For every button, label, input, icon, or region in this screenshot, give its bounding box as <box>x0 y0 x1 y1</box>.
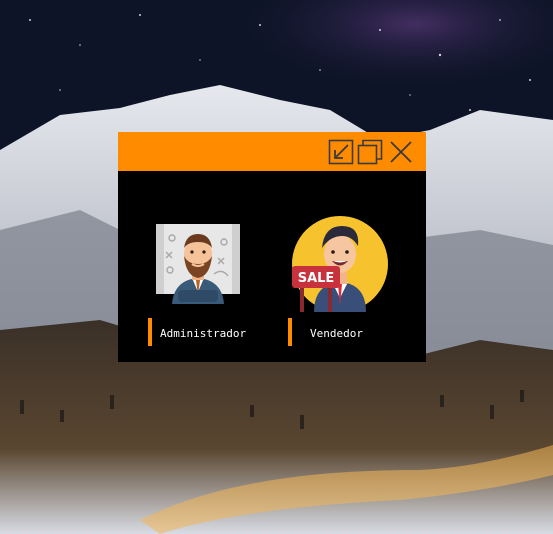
accent-bar <box>288 318 292 346</box>
role-label: Vendedor <box>310 327 363 340</box>
restore-icon[interactable] <box>357 139 383 165</box>
close-icon[interactable] <box>388 139 414 165</box>
seller-avatar-icon: SALE <box>290 214 390 318</box>
sale-sign-text: SALE <box>298 271 335 286</box>
title-bar[interactable] <box>118 132 426 171</box>
role-label: Administrador <box>160 327 247 340</box>
minimize-arrow-icon[interactable] <box>328 139 354 165</box>
role-selection-window: Administrador SALE Vendedor <box>118 132 426 362</box>
accent-bar <box>148 318 152 346</box>
administrator-avatar-icon <box>152 218 244 314</box>
desktop-background: Administrador SALE Vendedor <box>0 0 553 534</box>
